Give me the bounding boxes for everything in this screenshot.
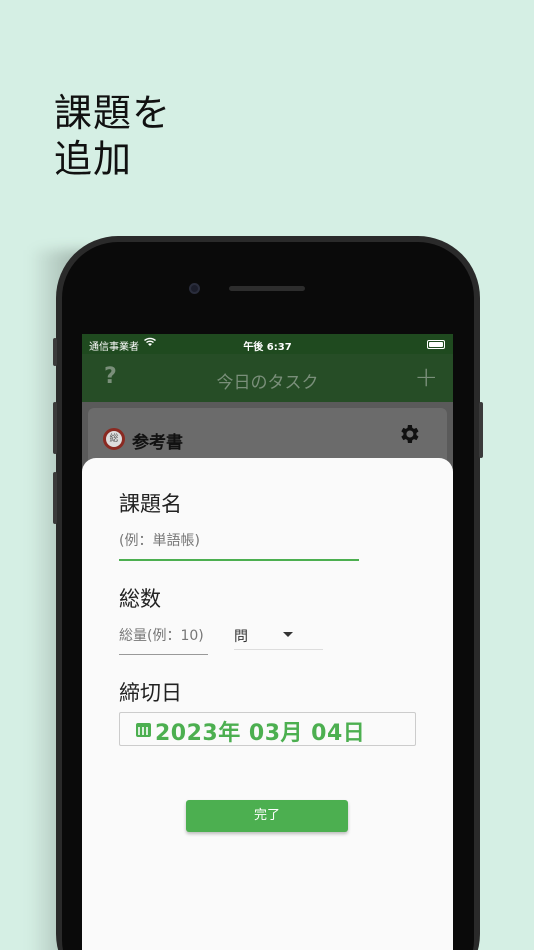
task-name-input[interactable]: (例：単語帳) <box>119 530 200 550</box>
silent-switch <box>53 338 57 366</box>
task-name-underline <box>119 559 359 561</box>
deadline-value: 2023年 03月 04日 <box>155 721 366 746</box>
app-title: 今日のタスク <box>216 373 319 393</box>
power-button <box>479 402 483 458</box>
earpiece-speaker <box>229 286 305 291</box>
headline-line2: 追加 <box>54 137 133 181</box>
task-card-name: 参考書 <box>132 433 183 453</box>
total-label: 総数 <box>119 587 161 611</box>
total-underline <box>119 654 208 655</box>
task-name-label: 課題名 <box>119 492 182 516</box>
add-task-sheet: 課題名 (例：単語帳) 総数 総量(例：10) 問 締切日 2023年 03月 … <box>82 458 453 950</box>
battery-icon <box>427 340 445 349</box>
app-bar: ? 今日のタスク + <box>82 354 453 402</box>
gear-icon[interactable] <box>397 422 421 453</box>
volume-up-button <box>53 402 57 454</box>
status-time: 午後 6:37 <box>243 342 292 353</box>
front-camera <box>189 283 200 294</box>
deadline-label: 締切日 <box>119 681 182 705</box>
volume-down-button <box>53 472 57 524</box>
phone-screen: 通信事業者 午後 6:37 ? 今日のタスク + 総 参考書 課題名 (例：単語… <box>82 334 453 950</box>
calendar-icon <box>136 723 151 737</box>
status-bar: 通信事業者 午後 6:37 <box>82 334 453 354</box>
add-button[interactable]: + <box>415 360 438 393</box>
chevron-down-icon <box>283 632 293 637</box>
progress-ring-icon: 総 <box>103 428 125 450</box>
headline: 課題を 追加 <box>54 90 171 182</box>
unit-selected: 問 <box>234 629 248 645</box>
total-input[interactable]: 総量(例：10) <box>119 625 204 645</box>
done-button[interactable]: 完了 <box>186 800 348 832</box>
deadline-date-picker[interactable]: 2023年 03月 04日 <box>119 712 416 746</box>
unit-dropdown[interactable]: 問 <box>234 622 323 650</box>
headline-line1: 課題を <box>54 91 172 135</box>
